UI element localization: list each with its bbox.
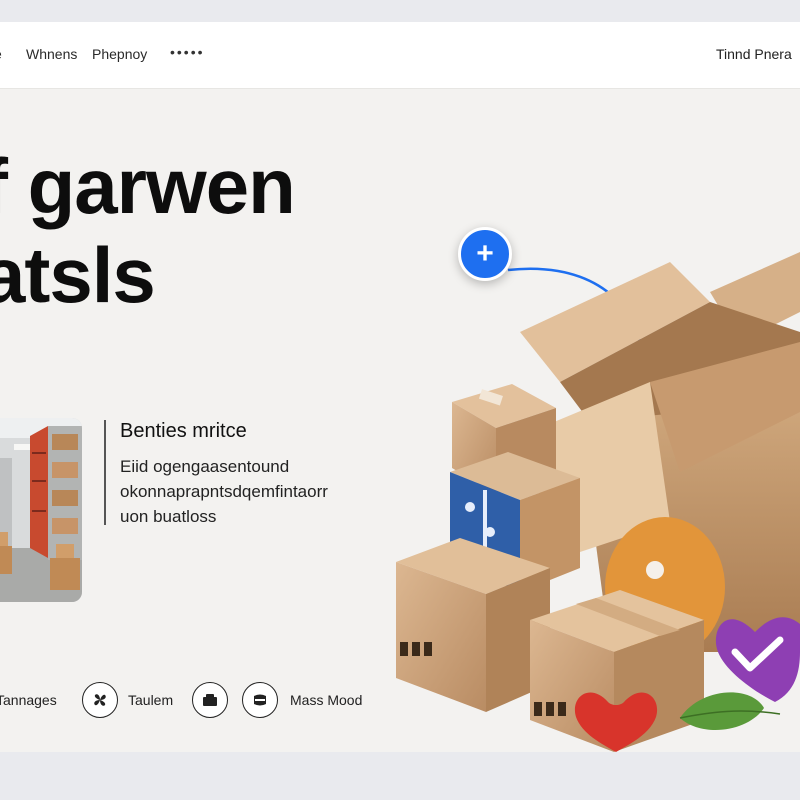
warehouse-photo (0, 418, 82, 602)
hero-title: f garwen atsls (0, 142, 296, 320)
benefits-line-3: uon buatloss (120, 507, 217, 526)
cardboard-boxes-illustration (396, 252, 800, 752)
app-window: e Whnens Phepnoy ••••• Tinnd Pnera f gar… (0, 22, 800, 752)
feature-chip-row: Tannages Taulem Mass Mood (0, 682, 420, 722)
more-menu-icon[interactable]: ••••• (170, 44, 205, 60)
benefits-line-2: okonnaprapntsdqemfintaorr (120, 482, 328, 501)
nav-link-2[interactable]: Whnens (26, 46, 77, 62)
top-navigation-bar: e Whnens Phepnoy ••••• Tinnd Pnera (0, 22, 800, 89)
package-icon[interactable] (242, 682, 278, 718)
benefits-heading: Benties mritce (120, 420, 247, 442)
feature-label-2[interactable]: Taulem (128, 692, 173, 708)
plus-icon[interactable]: + (458, 227, 512, 281)
benefits-description: Eiid ogengaasentound okonnaprapntsdqemfi… (120, 454, 328, 529)
fan-icon[interactable] (82, 682, 118, 718)
nav-right-link[interactable]: Tinnd Pnera (716, 46, 792, 62)
hero-title-line-2: atsls (0, 230, 156, 319)
nav-link-3[interactable]: Phepnoy (92, 46, 147, 62)
hero-title-line-1: f garwen (0, 142, 296, 230)
nav-link-1[interactable]: e (0, 46, 2, 62)
vertical-divider (104, 420, 106, 525)
benefits-line-1: Eiid ogengaasentound (120, 457, 290, 476)
feature-label-1[interactable]: Tannages (0, 692, 57, 708)
feature-label-3[interactable]: Mass Mood (290, 692, 362, 708)
box-icon[interactable] (192, 682, 228, 718)
